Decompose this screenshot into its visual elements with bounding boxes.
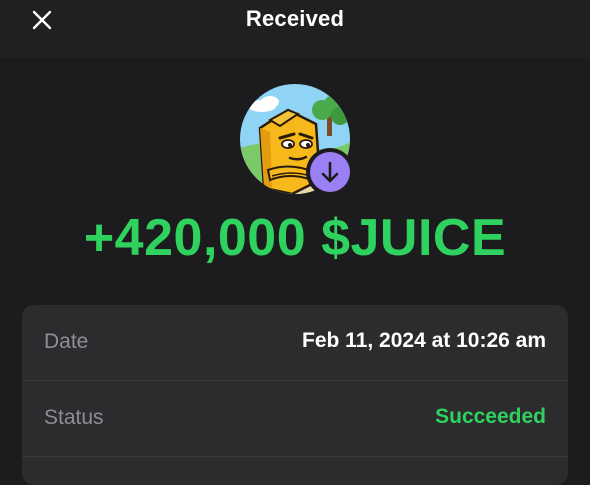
received-amount: +420,000 $JUICE [83,209,507,267]
detail-row-status: Status Succeeded [22,381,568,456]
page-title: Received [245,6,345,31]
row-divider [22,456,568,457]
arrow-down-icon [321,161,339,183]
top-bar: Received [0,0,590,58]
date-label: Date [44,330,89,353]
date-value: Feb 11, 2024 at 10:26 am [302,329,546,352]
status-label: Status [44,406,104,429]
token-avatar-group [240,84,354,196]
received-badge [306,148,354,196]
transaction-details-card: Date Feb 11, 2024 at 10:26 am Status Suc… [22,305,568,485]
status-value: Succeeded [435,405,546,428]
detail-row-date: Date Feb 11, 2024 at 10:26 am [22,305,568,380]
